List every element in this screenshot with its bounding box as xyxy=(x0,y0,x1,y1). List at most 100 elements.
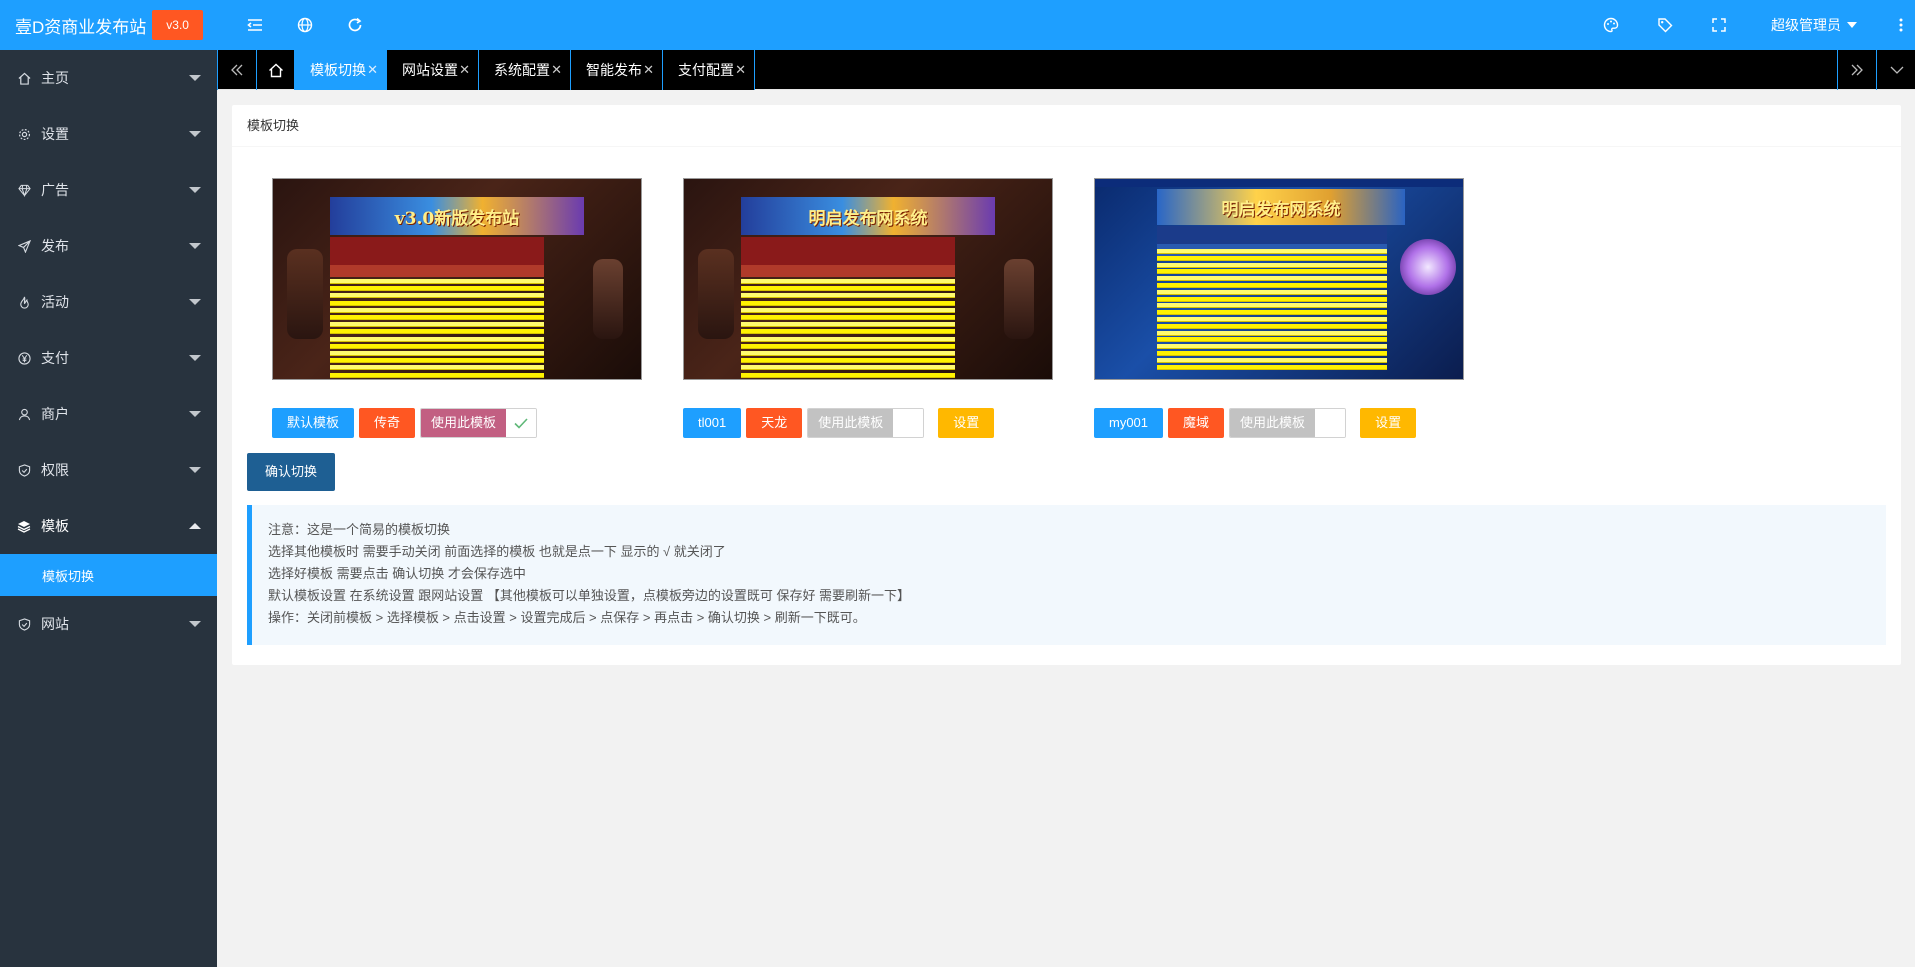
tab-1[interactable]: 网站设置 ✕ xyxy=(387,50,479,90)
check-icon xyxy=(506,409,537,437)
fire-icon xyxy=(17,295,31,309)
template-preview-image: v3.0新版发布站 xyxy=(272,178,642,380)
chevron-down-icon xyxy=(189,621,201,627)
shield-icon xyxy=(17,463,31,477)
globe-icon[interactable] xyxy=(285,0,325,50)
preview-banner: 明启发布网系统 xyxy=(741,197,995,235)
tab-label: 智能发布 xyxy=(586,62,642,78)
template-item: v3.0新版发布站 默认模板 传奇 使用此模板 xyxy=(272,178,642,438)
sidebar-item-1[interactable]: 设置 xyxy=(0,106,217,162)
diamond-icon xyxy=(17,183,31,197)
use-template-label: 使用此模板 xyxy=(808,409,894,437)
notice-line: 注意：这是一个简易的模板切换 xyxy=(268,522,451,537)
chevron-down-icon xyxy=(189,411,201,417)
sidebar-item-5[interactable]: 支付 xyxy=(0,330,217,386)
template-card: 模板切换 v3.0新版发布站 默认模板 传奇 使用此模板 明启发布网系统 tl0… xyxy=(232,105,1901,665)
template-type-button[interactable]: 魔域 xyxy=(1168,408,1225,438)
notice-line: 选择其他模板时 需要手动关闭 前面选择的模板 也就是点一下 显示的 √ 就关闭了 xyxy=(268,544,726,559)
menu-toggle-icon[interactable] xyxy=(235,0,275,50)
sidebar-item-label: 发布 xyxy=(41,238,69,254)
chevron-up-icon xyxy=(189,523,201,529)
fullscreen-icon[interactable] xyxy=(1699,0,1739,50)
chevron-down-icon xyxy=(189,299,201,305)
use-template-label: 使用此模板 xyxy=(421,409,507,437)
version-badge: v3.0 xyxy=(152,10,203,40)
tabs-dropdown-icon[interactable] xyxy=(1877,50,1915,90)
confirm-switch-button[interactable]: 确认切换 xyxy=(247,453,336,491)
refresh-icon[interactable] xyxy=(335,0,375,50)
close-icon[interactable]: ✕ xyxy=(551,62,562,78)
user-name: 超级管理员 xyxy=(1771,17,1841,33)
use-template-label: 使用此模板 xyxy=(1230,409,1316,437)
sidebar-item-0[interactable]: 主页 xyxy=(0,50,217,106)
tabs-bar: 模板切换 ✕ 网站设置 ✕ 系统配置 ✕ 智能发布 ✕ 支付配置 ✕ xyxy=(217,50,1915,90)
template-item: 明启发布网系统 tl001 天龙 使用此模板 设置 xyxy=(683,178,1053,438)
checkbox-empty xyxy=(1315,409,1346,437)
close-icon[interactable]: ✕ xyxy=(643,62,654,78)
tab-4[interactable]: 支付配置 ✕ xyxy=(663,50,755,90)
more-icon[interactable] xyxy=(1889,0,1913,50)
template-type-button[interactable]: 传奇 xyxy=(359,408,416,438)
tabs-prev-icon[interactable] xyxy=(217,50,257,90)
tab-0[interactable]: 模板切换 ✕ xyxy=(295,50,387,90)
template-actions: 默认模板 传奇 使用此模板 xyxy=(272,408,551,438)
template-item: 明启发布网系统 my001 魔域 使用此模板 设置 xyxy=(1094,178,1464,438)
sidebar-item-3[interactable]: 发布 xyxy=(0,218,217,274)
send-icon xyxy=(17,239,31,253)
top-header: 超级管理员 xyxy=(217,0,1915,50)
shield-icon xyxy=(17,617,31,631)
tag-icon[interactable] xyxy=(1645,0,1685,50)
close-icon[interactable]: ✕ xyxy=(735,62,746,78)
app-title: 壹D资商业发布站 xyxy=(15,17,147,37)
template-name-button[interactable]: tl001 xyxy=(683,408,742,438)
template-settings-button[interactable]: 设置 xyxy=(1360,408,1417,438)
tab-label: 网站设置 xyxy=(402,62,458,78)
home-tab-icon[interactable] xyxy=(257,50,295,90)
template-actions: tl001 天龙 使用此模板 设置 xyxy=(683,408,999,438)
tab-2[interactable]: 系统配置 ✕ xyxy=(479,50,571,90)
chevron-down-icon xyxy=(189,467,201,473)
tabs-next-icon[interactable] xyxy=(1837,50,1877,90)
checkbox-empty xyxy=(893,409,924,437)
sidebar-item-2[interactable]: 广告 xyxy=(0,162,217,218)
palette-icon[interactable] xyxy=(1591,0,1631,50)
home-icon xyxy=(17,71,31,85)
template-preview-image: 明启发布网系统 xyxy=(1094,178,1464,380)
sidebar-item-website[interactable]: 网站 xyxy=(0,596,217,652)
user-menu[interactable]: 超级管理员 xyxy=(1771,0,1857,50)
template-settings-button[interactable]: 设置 xyxy=(938,408,995,438)
yen-icon xyxy=(17,351,31,365)
notice-box: 注意：这是一个简易的模板切换选择其他模板时 需要手动关闭 前面选择的模板 也就是… xyxy=(247,505,1886,645)
template-type-button[interactable]: 天龙 xyxy=(746,408,803,438)
template-name-button[interactable]: my001 xyxy=(1094,408,1164,438)
use-template-checkbox[interactable]: 使用此模板 xyxy=(420,408,538,438)
close-icon[interactable]: ✕ xyxy=(459,62,470,78)
template-actions: my001 魔域 使用此模板 设置 xyxy=(1094,408,1421,438)
sidebar-item-4[interactable]: 活动 xyxy=(0,274,217,330)
template-preview-image: 明启发布网系统 xyxy=(683,178,1053,380)
chevron-down-icon xyxy=(1847,22,1857,28)
use-template-checkbox[interactable]: 使用此模板 xyxy=(1229,408,1347,438)
chevron-down-icon xyxy=(189,131,201,137)
sidebar-item-6[interactable]: 商户 xyxy=(0,386,217,442)
preview-banner: 明启发布网系统 xyxy=(1157,189,1405,225)
sidebar-item-label: 广告 xyxy=(41,182,69,198)
layers-icon xyxy=(17,519,31,533)
app-logo: 壹D资商业发布站 v3.0 xyxy=(0,0,217,50)
user-icon xyxy=(17,407,31,421)
sidebar-item-7[interactable]: 权限 xyxy=(0,442,217,498)
tab-3[interactable]: 智能发布 ✕ xyxy=(571,50,663,90)
chevron-down-icon xyxy=(189,187,201,193)
submenu-item-template-switch[interactable]: 模板切换 xyxy=(0,554,217,596)
sidebar-item-label: 支付 xyxy=(41,350,69,366)
notice-line: 默认模板设置 在系统设置 跟网站设置 【其他模板可以单独设置，点模板旁边的设置既… xyxy=(268,588,911,603)
submenu: 模板切换 xyxy=(0,554,217,596)
tab-label: 支付配置 xyxy=(678,62,734,78)
sidebar-item-8[interactable]: 模板 xyxy=(0,498,217,554)
close-icon[interactable]: ✕ xyxy=(367,62,378,78)
sidebar-item-label: 商户 xyxy=(41,406,69,422)
sidebar-item-label: 主页 xyxy=(41,70,69,86)
use-template-checkbox[interactable]: 使用此模板 xyxy=(807,408,925,438)
template-name-button[interactable]: 默认模板 xyxy=(272,408,355,438)
chevron-down-icon xyxy=(189,355,201,361)
